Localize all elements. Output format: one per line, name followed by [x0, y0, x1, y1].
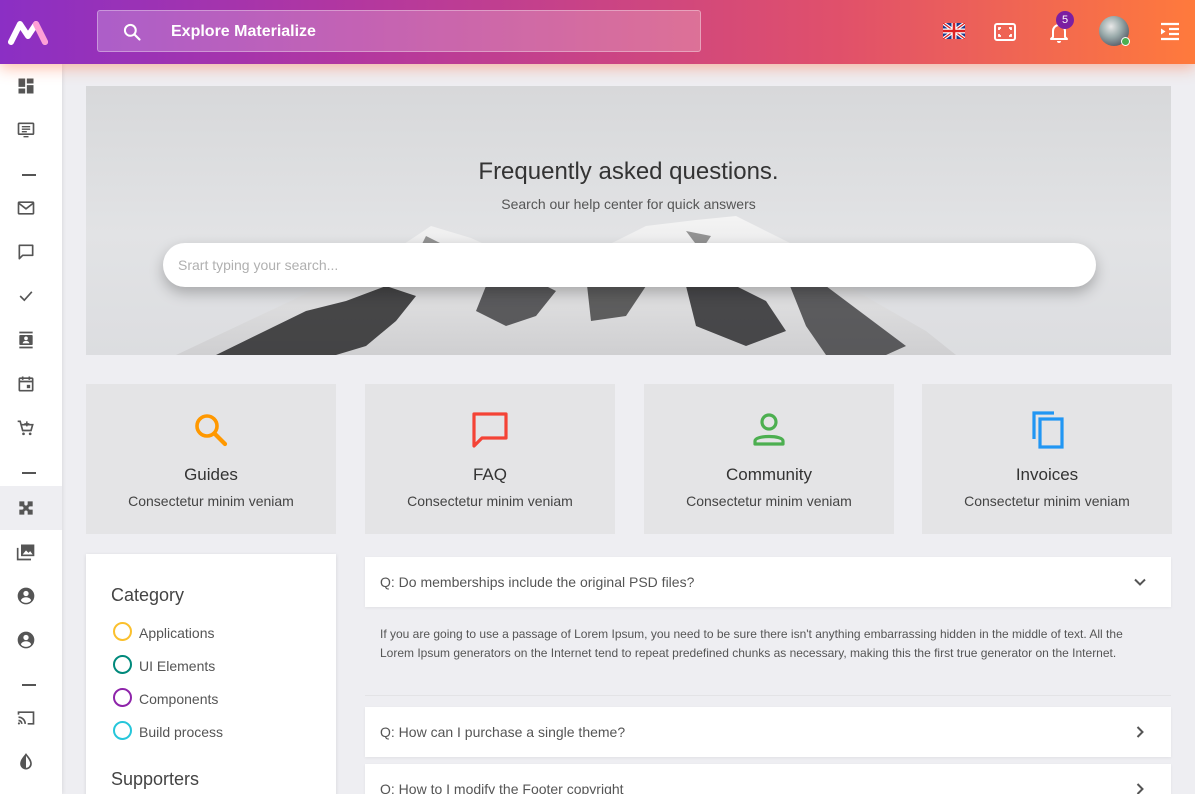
category-radio[interactable]	[113, 622, 132, 641]
card-subtitle: Consectetur minim veniam	[686, 493, 852, 509]
sidebar-divider	[22, 472, 36, 474]
sidebar-item-media[interactable]	[0, 530, 62, 574]
category-panel: Category Applications UI Elements Compon…	[86, 554, 336, 794]
category-radio[interactable]	[113, 655, 132, 674]
sidebar-divider	[22, 684, 36, 686]
card-subtitle: Consectetur minim veniam	[407, 493, 573, 509]
search-placeholder[interactable]: Explore Materialize	[171, 23, 316, 41]
sidebar-item-user-profile[interactable]	[0, 574, 62, 618]
sidebar-item-templates[interactable]	[0, 108, 62, 152]
sidebar-item-account[interactable]	[0, 618, 62, 662]
search-icon	[195, 414, 228, 447]
card-community[interactable]: Community Consectetur minim veniam	[644, 384, 894, 534]
help-search-input[interactable]	[163, 243, 1096, 287]
chat-icon	[18, 244, 34, 260]
contacts-icon	[19, 331, 33, 349]
user-profile-icon	[17, 587, 35, 605]
category-label: Applications	[139, 625, 215, 641]
uk-flag-icon[interactable]	[943, 23, 965, 39]
category-radio[interactable]	[113, 721, 132, 740]
sidebar	[0, 64, 62, 794]
dashboard-icon	[18, 78, 34, 94]
card-invoices[interactable]: Invoices Consectetur minim veniam	[922, 384, 1172, 534]
faq-question-2[interactable]: Q: How can I purchase a single theme?	[365, 707, 1171, 757]
category-title: Category	[111, 585, 185, 605]
divider	[365, 695, 1171, 696]
sidebar-item-todo[interactable]	[0, 274, 62, 318]
faq-hero-banner: Frequently asked questions. Search our h…	[86, 86, 1171, 355]
top-navbar: Explore Materialize 5	[0, 0, 1195, 64]
todo-icon	[19, 291, 33, 302]
pages-icon	[19, 501, 33, 515]
account-icon	[17, 631, 35, 649]
person-icon	[753, 413, 785, 446]
chevron-right-icon[interactable]	[1133, 782, 1147, 794]
card-title: FAQ	[472, 465, 507, 484]
copy-icon	[1032, 411, 1064, 449]
chat-icon	[472, 412, 508, 448]
sidebar-item-cast[interactable]	[0, 696, 62, 740]
menu-toggle-icon[interactable]	[1158, 20, 1182, 44]
faq-answer-text: If you are going to use a passage of Lor…	[380, 627, 1123, 660]
faq-question-text: Q: How can I purchase a single theme?	[380, 724, 626, 740]
category-label: Build process	[139, 724, 224, 740]
card-title: Guides	[184, 465, 238, 484]
cast-icon	[17, 711, 35, 725]
sidebar-item-calendar[interactable]	[0, 362, 62, 406]
online-status-dot	[1121, 37, 1130, 46]
category-radio[interactable]	[113, 688, 132, 707]
sidebar-divider	[22, 174, 36, 176]
sidebar-item-contacts[interactable]	[0, 318, 62, 362]
chevron-down-icon[interactable]	[1133, 575, 1147, 589]
sidebar-item-mail[interactable]	[0, 186, 62, 230]
global-search[interactable]: Explore Materialize	[97, 10, 701, 52]
card-guides[interactable]: Guides Consectetur minim veniam	[86, 384, 336, 534]
chevron-right-icon[interactable]	[1133, 725, 1147, 739]
category-label: Components	[139, 691, 219, 707]
category-label: UI Elements	[139, 658, 216, 674]
contrast-icon	[20, 753, 32, 770]
calendar-icon	[18, 376, 34, 392]
card-title: Community	[726, 465, 812, 484]
card-faq[interactable]: FAQ Consectetur minim veniam	[365, 384, 615, 534]
faq-question-1[interactable]: Q: Do memberships include the original P…	[365, 557, 1171, 607]
materialize-logo[interactable]	[8, 18, 52, 46]
faq-question-3[interactable]: Q: How to I modify the Footer copyright	[365, 764, 1171, 794]
faq-question-text: Q: Do memberships include the original P…	[380, 574, 695, 590]
templates-icon	[17, 122, 35, 138]
ecommerce-icon	[17, 420, 34, 436]
faq-page-subtitle: Search our help center for quick answers	[501, 196, 756, 212]
sidebar-item-ecommerce[interactable]	[0, 406, 62, 450]
sidebar-item-pages[interactable]	[0, 486, 62, 530]
sidebar-item-dashboard[interactable]	[0, 64, 62, 108]
faq-question-text: Q: How to I modify the Footer copyright	[380, 781, 624, 794]
search-icon	[123, 23, 141, 41]
card-subtitle: Consectetur minim veniam	[964, 493, 1130, 509]
fullscreen-icon[interactable]	[993, 20, 1017, 44]
faq-page-title: Frequently asked questions.	[478, 158, 779, 185]
media-icon	[16, 544, 35, 561]
supporters-title: Supporters	[111, 769, 200, 789]
notification-badge: 5	[1056, 11, 1074, 29]
card-subtitle: Consectetur minim veniam	[128, 493, 294, 509]
mail-icon	[17, 201, 35, 215]
sidebar-item-chat[interactable]	[0, 230, 62, 274]
card-title: Invoices	[1015, 465, 1079, 484]
sidebar-item-contrast[interactable]	[0, 740, 62, 784]
mountain-background-image	[176, 216, 956, 355]
